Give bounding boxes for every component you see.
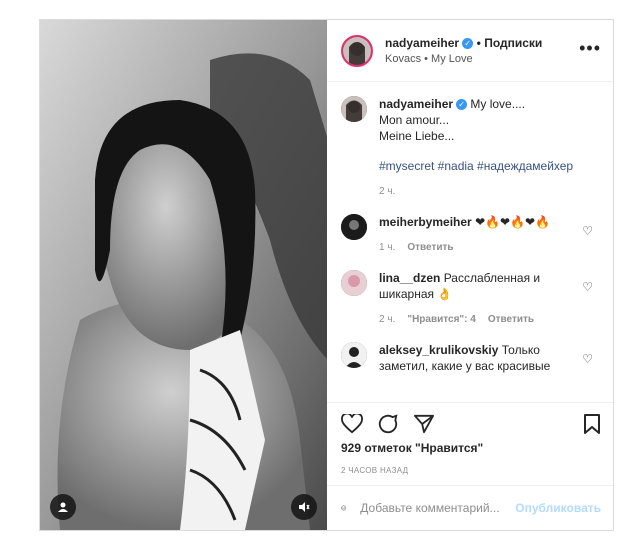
post-sidebar: nadyameiher ✓ • Подписки Kovacs • My Love… [327, 20, 613, 530]
avatar[interactable] [341, 34, 373, 67]
comment: aleksey_krulikovskiy Только заметил, как… [341, 342, 601, 374]
avatar[interactable] [341, 96, 367, 122]
verified-badge-icon: ✓ [456, 99, 468, 111]
comment-username[interactable]: lina__dzen [379, 271, 440, 285]
avatar[interactable] [341, 214, 367, 240]
comment-age: 2 ч. [379, 314, 396, 325]
post-time: 2 часов назад [341, 466, 409, 475]
comment-username[interactable]: aleksey_krulikovskiy [379, 343, 498, 357]
instagram-post: nadyameiher ✓ • Подписки Kovacs • My Love… [39, 19, 614, 531]
comments-list[interactable]: nadyameiher ✓ My love.... Mon amour... Me… [327, 82, 613, 402]
caption-line: Mon amour... [379, 113, 450, 127]
heart-icon[interactable]: ♡ [582, 280, 593, 294]
avatar[interactable] [341, 270, 367, 296]
comment-likes[interactable]: "Нравится": 4 [407, 314, 476, 325]
caption-hashtags[interactable]: #mysecret #nadia #надеждамейхер [379, 158, 579, 174]
user-tag-icon[interactable] [50, 494, 76, 520]
caption-age: 2 ч. [379, 186, 396, 197]
caption: nadyameiher ✓ My love.... Mon amour... Me… [341, 96, 601, 200]
reply-button[interactable]: Ответить [407, 242, 453, 253]
caption-line: My love.... [470, 97, 526, 111]
comment-icon[interactable] [377, 413, 399, 435]
caption-username[interactable]: nadyameiher [379, 97, 453, 111]
comment: lina__dzen Расслабленная и шикарная 👌 2 … [341, 270, 601, 328]
emoji-icon[interactable] [341, 497, 347, 519]
header-subtitle[interactable]: Kovacs • My Love [385, 51, 542, 67]
heart-icon[interactable]: ♡ [582, 352, 593, 366]
comment-username[interactable]: meiherbymeiher [379, 215, 472, 229]
bookmark-icon[interactable] [583, 413, 601, 435]
more-icon[interactable]: ••• [579, 39, 601, 57]
publish-button[interactable]: Опубликовать [515, 501, 601, 515]
comment-age: 1 ч. [379, 242, 396, 253]
comment-input[interactable] [360, 501, 516, 515]
post-actions: 929 отметок "Нравится" [327, 402, 613, 458]
likes-count[interactable]: 929 отметок "Нравится" [341, 441, 599, 455]
avatar[interactable] [341, 342, 367, 368]
heart-icon[interactable]: ♡ [582, 224, 593, 238]
comment-composer: Опубликовать [327, 485, 613, 530]
verified-badge-icon: ✓ [462, 37, 474, 49]
caption-line: Meine Liebe... [379, 129, 455, 143]
heart-icon[interactable] [341, 414, 363, 434]
header-username[interactable]: nadyameiher [385, 36, 459, 50]
send-icon[interactable] [413, 414, 435, 434]
post-header: nadyameiher ✓ • Подписки Kovacs • My Love… [327, 20, 613, 82]
comment-text: ❤🔥❤🔥❤🔥 [475, 215, 551, 229]
post-photo[interactable] [40, 20, 327, 530]
comment: meiherbymeiher ❤🔥❤🔥❤🔥 1 ч. Ответить ♡ [341, 214, 601, 256]
reply-button[interactable]: Ответить [488, 314, 534, 325]
speaker-icon[interactable] [291, 494, 317, 520]
photo-image [40, 20, 327, 530]
following-button[interactable]: • Подписки [477, 36, 543, 50]
